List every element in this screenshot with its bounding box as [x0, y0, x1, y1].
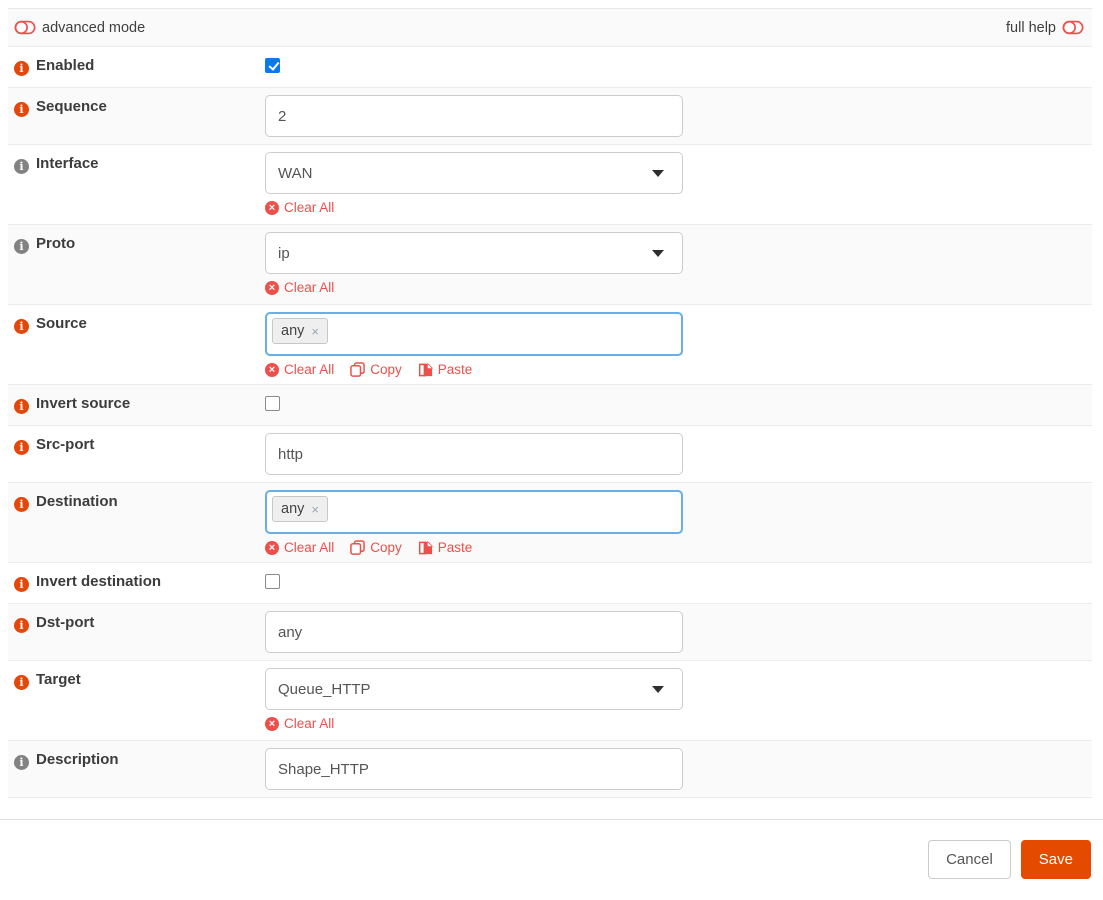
destination-paste-link[interactable]: Paste [418, 540, 472, 555]
info-icon[interactable]: i [14, 497, 29, 512]
token-remove-icon[interactable]: × [311, 502, 319, 517]
source-label: Source [36, 315, 87, 332]
field-row-destination: i Destination any × × Clear All Copy Pas… [8, 483, 1092, 563]
clear-circle-icon: × [265, 280, 279, 295]
dst-port-input[interactable] [265, 611, 683, 653]
clear-circle-icon: × [265, 716, 279, 731]
proto-selected-value: ip [278, 244, 290, 262]
form-header-row: advanced mode full help [8, 9, 1092, 47]
advanced-mode-label: advanced mode [42, 19, 146, 36]
source-copy-link[interactable]: Copy [350, 362, 402, 377]
copy-icon [350, 362, 366, 377]
description-label: Description [36, 751, 119, 768]
invert-source-checkbox[interactable] [265, 396, 280, 411]
save-button[interactable]: Save [1020, 840, 1091, 879]
info-icon[interactable]: i [14, 319, 29, 334]
description-input[interactable] [265, 748, 683, 790]
enabled-label: Enabled [36, 57, 95, 74]
info-icon[interactable]: i [14, 675, 29, 690]
destination-token: any × [272, 496, 328, 522]
invert-destination-checkbox[interactable] [265, 574, 280, 589]
info-icon[interactable]: i [14, 399, 29, 414]
interface-selected-value: WAN [278, 164, 313, 182]
field-row-proto: i Proto ip × Clear All [8, 225, 1092, 305]
field-row-source: i Source any × × Clear All Copy Paste [8, 305, 1092, 385]
proto-clear-all-link[interactable]: × Clear All [265, 280, 334, 295]
sequence-input[interactable] [265, 95, 683, 137]
proto-label: Proto [36, 235, 76, 252]
info-icon[interactable]: i [14, 618, 29, 633]
destination-token-input[interactable]: any × [265, 490, 683, 534]
enabled-checkbox[interactable] [265, 58, 280, 73]
info-icon[interactable]: i [14, 159, 29, 174]
cancel-button[interactable]: Cancel [928, 840, 1011, 879]
info-icon[interactable]: i [14, 440, 29, 455]
target-select[interactable]: Queue_HTTP [265, 668, 683, 710]
copy-icon [350, 540, 366, 555]
target-label: Target [36, 671, 81, 688]
src-port-input[interactable] [265, 433, 683, 475]
paste-icon [418, 541, 433, 555]
source-token: any × [272, 318, 328, 344]
token-remove-icon[interactable]: × [311, 324, 319, 339]
clear-circle-icon: × [265, 362, 279, 377]
destination-label: Destination [36, 493, 118, 510]
rule-edit-form: advanced mode full help i Enabled i Sequen… [8, 8, 1092, 798]
info-icon[interactable]: i [14, 61, 29, 76]
source-paste-link[interactable]: Paste [418, 362, 472, 377]
chevron-down-icon [652, 685, 664, 693]
source-token-input[interactable]: any × [265, 312, 683, 356]
field-row-sequence: i Sequence [8, 88, 1092, 145]
toggle-off-icon [1062, 20, 1084, 35]
info-icon[interactable]: i [14, 755, 29, 770]
chevron-down-icon [652, 249, 664, 257]
info-icon[interactable]: i [14, 102, 29, 117]
interface-label: Interface [36, 155, 99, 172]
invert-source-label: Invert source [36, 395, 131, 412]
invert-destination-label: Invert destination [36, 573, 162, 590]
destination-clear-all-link[interactable]: × Clear All [265, 540, 334, 555]
sequence-label: Sequence [36, 98, 107, 115]
proto-select[interactable]: ip [265, 232, 683, 274]
chevron-down-icon [652, 169, 664, 177]
toggle-off-icon [14, 20, 36, 35]
target-clear-all-link[interactable]: × Clear All [265, 716, 334, 731]
clear-circle-icon: × [265, 200, 279, 215]
interface-select[interactable]: WAN [265, 152, 683, 194]
src-port-label: Src-port [36, 436, 95, 453]
full-help-toggle[interactable]: full help [1006, 20, 1084, 36]
target-selected-value: Queue_HTTP [278, 680, 371, 698]
dst-port-label: Dst-port [36, 614, 95, 631]
field-row-src-port: i Src-port [8, 426, 1092, 483]
field-row-dst-port: i Dst-port [8, 604, 1092, 661]
field-row-enabled: i Enabled [8, 47, 1092, 88]
field-row-invert-destination: i Invert destination [8, 563, 1092, 604]
field-row-invert-source: i Invert source [8, 385, 1092, 426]
full-help-label: full help [1006, 19, 1056, 36]
advanced-mode-toggle[interactable]: advanced mode [14, 20, 145, 36]
field-row-target: i Target Queue_HTTP × Clear All [8, 661, 1092, 741]
clear-circle-icon: × [265, 540, 279, 555]
dialog-footer: Cancel Save [0, 820, 1103, 879]
interface-clear-all-link[interactable]: × Clear All [265, 200, 334, 215]
field-row-interface: i Interface WAN × Clear All [8, 145, 1092, 225]
source-clear-all-link[interactable]: × Clear All [265, 362, 334, 377]
info-icon[interactable]: i [14, 239, 29, 254]
paste-icon [418, 363, 433, 377]
destination-copy-link[interactable]: Copy [350, 540, 402, 555]
info-icon[interactable]: i [14, 577, 29, 592]
field-row-description: i Description [8, 741, 1092, 798]
